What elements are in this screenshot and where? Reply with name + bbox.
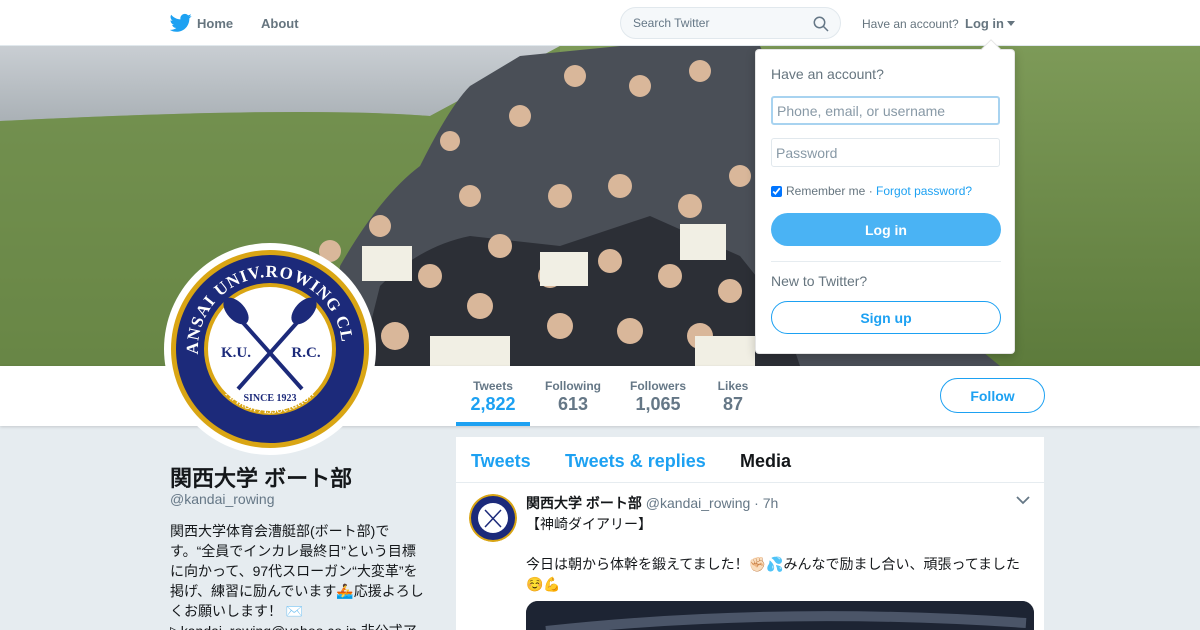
profile-name: 関西大学 ボート部 <box>170 466 353 491</box>
timeline-tabs: Tweets Tweets & replies Media <box>456 437 1044 483</box>
password-field[interactable] <box>771 138 1000 167</box>
logo-rc-text: R.C. <box>291 345 320 361</box>
remember-me-checkbox[interactable] <box>771 185 782 197</box>
stat-tweets-label: Tweets <box>473 379 513 393</box>
follow-button[interactable]: Follow <box>940 378 1045 413</box>
tweet-header: 関西大学 ボート部 @kandai_rowing · 7h <box>526 493 778 513</box>
login-dropdown: Have an account? Remember me · Forgot pa… <box>755 39 1015 354</box>
tweet-author[interactable]: 関西大学 ボート部 <box>526 495 642 511</box>
search-icon[interactable] <box>813 16 829 32</box>
tab-tweets-replies[interactable]: Tweets & replies <box>565 451 706 472</box>
timeline: Tweets Tweets & replies Media 関西大学 ボート部 … <box>456 437 1044 630</box>
stat-likes-value: 87 <box>722 394 744 414</box>
bio-line: 掲げ、練習に励んでいます🚣応援よろし <box>170 583 424 599</box>
caret-down-icon <box>1007 21 1015 26</box>
tweet-handle[interactable]: @kandai_rowing <box>646 495 751 511</box>
bio-line: 関西大学体育会漕艇部(ボート部)で <box>170 523 390 539</box>
stat-tweets[interactable]: Tweets 2,822 <box>456 366 530 426</box>
stat-tweets-value: 2,822 <box>470 394 516 414</box>
nav-about-link[interactable]: About <box>261 16 299 31</box>
bio-line: くお願いします！ ✉️ <box>170 603 304 619</box>
tweet-line: 今日は朝から体幹を鍛えてました！✊🏻💦みんなで励まし合い、頑張ってました <box>526 556 1021 572</box>
logo-since-text: SINCE 1923 <box>243 393 296 404</box>
rowing-club-logo-small <box>469 494 517 542</box>
tweet-text: 【神崎ダイアリー】 今日は朝から体幹を鍛えてました！✊🏻💦みんなで励まし合い、頑… <box>526 514 1036 594</box>
bio-line: に向かって、97代スローガン“大変革”を <box>170 563 418 579</box>
bio-line: ▷kandai_rowing@yahoo.co.jp 非公式ア <box>170 621 435 630</box>
tweet-line: ☺️💪 <box>526 576 561 592</box>
login-dropdown-title: Have an account? <box>771 66 884 82</box>
chevron-down-icon[interactable] <box>1016 496 1030 505</box>
stat-following[interactable]: Following 613 <box>540 366 606 426</box>
stat-likes[interactable]: Likes 87 <box>714 366 752 426</box>
nav-home-link[interactable]: Home <box>197 16 233 31</box>
login-button[interactable]: Log in <box>771 213 1001 246</box>
profile-handle[interactable]: @kandai_rowing <box>170 491 275 507</box>
top-navigation: Home About Have an account? Log in <box>0 0 1200 46</box>
new-to-twitter-text: New to Twitter? <box>771 273 868 289</box>
login-dropdown-toggle[interactable]: Log in <box>965 16 1015 31</box>
tweet-line: 【神崎ダイアリー】 <box>526 516 652 532</box>
profile-avatar[interactable]: KANSAI UNIV.ROWING CLUB Arikon Associati… <box>163 234 376 455</box>
stat-following-label: Following <box>545 379 601 393</box>
tweet-item[interactable]: 関西大学 ボート部 @kandai_rowing · 7h 【神崎ダイアリー】 … <box>456 484 1044 630</box>
tweet-media-image[interactable] <box>526 601 1034 630</box>
tweet-time[interactable]: 7h <box>763 495 779 511</box>
remember-me-label[interactable]: Remember me <box>786 184 865 198</box>
stat-followers-label: Followers <box>629 379 686 393</box>
forgot-password-link[interactable]: Forgot password? <box>876 184 972 198</box>
twitter-bird-icon[interactable] <box>170 13 192 33</box>
stat-followers-value: 1,065 <box>635 394 681 414</box>
stat-likes-label: Likes <box>717 379 749 393</box>
username-field[interactable] <box>771 96 1000 125</box>
stat-following-value: 613 <box>557 394 589 414</box>
rowing-club-logo: KANSAI UNIV.ROWING CLUB Arikon Associati… <box>163 234 369 448</box>
stat-followers[interactable]: Followers 1,065 <box>626 366 690 426</box>
tweet-avatar[interactable] <box>469 494 517 542</box>
search-box <box>620 7 841 39</box>
login-toggle-label: Log in <box>965 16 1004 31</box>
remember-row: Remember me · Forgot password? <box>771 184 972 198</box>
tweet-time-separator: · <box>754 495 759 511</box>
dropdown-divider <box>771 261 1001 262</box>
have-account-text: Have an account? <box>862 17 959 31</box>
logo-ku-text: K.U. <box>221 345 251 361</box>
tab-media[interactable]: Media <box>740 451 791 472</box>
profile-bio: 関西大学体育会漕艇部(ボート部)で す。“全員でインカレ最終日”という目標 に向… <box>170 521 435 630</box>
remember-separator: · <box>868 184 873 198</box>
bio-line: す。“全員でインカレ最終日”という目標 <box>170 543 416 559</box>
signup-button[interactable]: Sign up <box>771 301 1001 334</box>
search-input[interactable] <box>621 8 801 38</box>
tab-tweets[interactable]: Tweets <box>471 451 531 472</box>
